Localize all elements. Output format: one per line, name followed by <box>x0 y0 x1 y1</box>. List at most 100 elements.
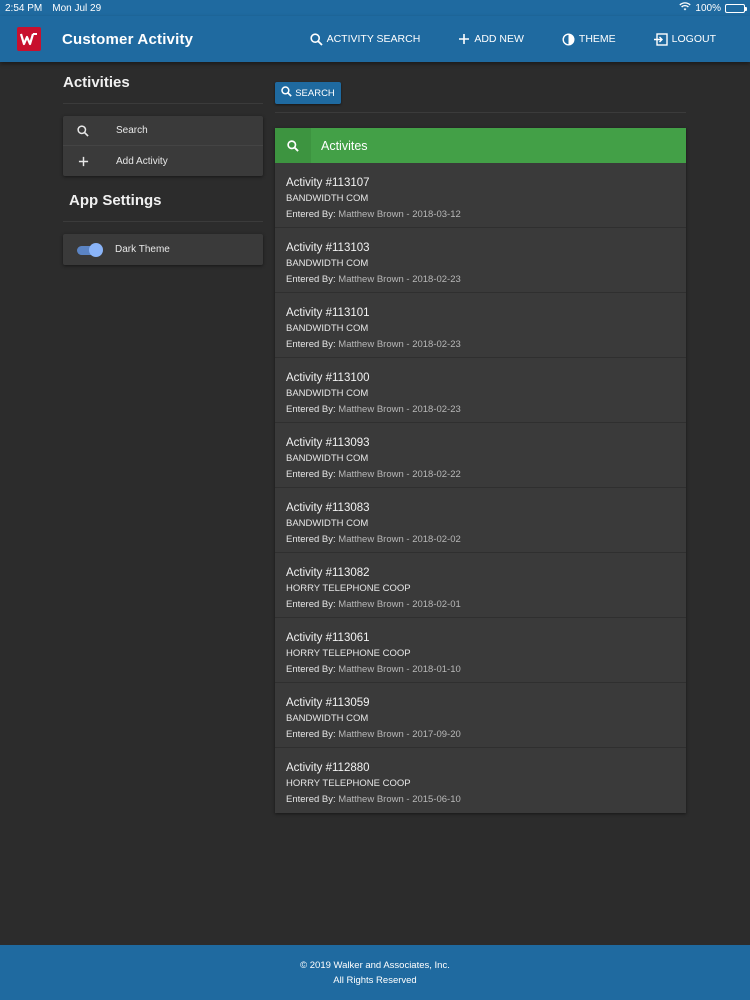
search-icon <box>309 32 323 46</box>
plus-icon <box>458 33 470 45</box>
entered-by-value: Matthew Brown - 2018-02-02 <box>338 534 461 545</box>
activity-title: Activity #113082 <box>286 567 370 579</box>
activity-title: Activity #113059 <box>286 697 370 709</box>
list-item[interactable]: Activity #113093 BANDWIDTH COM Entered By:… <box>275 423 686 488</box>
theme-label: THEME <box>578 33 616 45</box>
status-date: Mon Jul 29 <box>52 2 102 14</box>
copyright-text: © 2019 Walker and Associates, Inc. <box>300 959 450 971</box>
main-content: SEARCH Activites Activity #113107 BANDWID… <box>275 62 686 813</box>
add-new-label: ADD NEW <box>474 33 524 45</box>
theme-button[interactable]: THEME <box>543 16 635 62</box>
search-button[interactable]: SEARCH <box>275 82 341 104</box>
list-item[interactable]: Activity #113061 HORRY TELEPHONE COOP Ente… <box>275 618 686 683</box>
activity-title: Activity #112880 <box>286 762 370 774</box>
entered-by-label: Entered By: <box>286 339 336 350</box>
status-time: 2:54 PM <box>5 2 43 14</box>
activity-title: Activity #113061 <box>286 632 370 644</box>
activities-list: Activites Activity #113107 BANDWIDTH COM E… <box>275 128 686 813</box>
activity-company: BANDWIDTH COM <box>286 388 369 399</box>
search-button-label: SEARCH <box>295 87 335 99</box>
entered-by-value: Matthew Brown - 2017-09-20 <box>338 729 461 740</box>
dark-theme-label: Dark Theme <box>115 244 170 255</box>
entered-by-value: Matthew Brown - 2018-02-23 <box>338 404 461 415</box>
activity-entered: Entered By: Matthew Brown - 2018-02-23 <box>286 274 686 285</box>
activity-search-button[interactable]: ACTIVITY SEARCH <box>291 16 440 62</box>
dark-theme-toggle[interactable] <box>77 242 103 257</box>
activity-company: BANDWIDTH COM <box>286 453 369 464</box>
app-bar: Customer Activity ACTIVITY SEARCH ADD NE… <box>0 16 750 62</box>
list-item[interactable]: Activity #113082 HORRY TELEPHONE COOP Ente… <box>275 553 686 618</box>
entered-by-value: Matthew Brown - 2018-03-12 <box>338 209 461 220</box>
entered-by-value: Matthew Brown - 2018-01-10 <box>338 664 461 675</box>
activity-title: Activity #113101 <box>286 307 370 319</box>
activity-search-label: ACTIVITY SEARCH <box>326 33 421 45</box>
activity-company: BANDWIDTH COM <box>286 258 369 269</box>
divider <box>275 112 686 113</box>
activity-company: BANDWIDTH COM <box>286 518 369 529</box>
entered-by-label: Entered By: <box>286 274 336 285</box>
activities-title: Activities <box>63 62 263 104</box>
list-item[interactable]: Activity #113107 BANDWIDTH COM Entered By:… <box>275 163 686 228</box>
activity-company: HORRY TELEPHONE COOP <box>286 778 411 789</box>
app-title: Customer Activity <box>62 30 194 48</box>
wifi-icon <box>679 2 692 14</box>
activity-entered: Entered By: Matthew Brown - 2018-02-23 <box>286 339 686 350</box>
search-icon[interactable] <box>275 128 311 163</box>
entered-by-label: Entered By: <box>286 209 336 220</box>
entered-by-value: Matthew Brown - 2018-02-22 <box>338 469 461 480</box>
activity-company: BANDWIDTH COM <box>286 323 369 334</box>
settings-card: Dark Theme <box>63 234 263 265</box>
activity-entered: Entered By: Matthew Brown - 2018-02-02 <box>286 534 686 545</box>
list-header: Activites <box>275 128 686 163</box>
activity-entered: Entered By: Matthew Brown - 2018-02-22 <box>286 469 686 480</box>
app-settings-title: App Settings <box>63 180 263 222</box>
logout-label: LOGOUT <box>671 33 716 45</box>
activity-entered: Entered By: Matthew Brown - 2018-02-01 <box>286 599 686 610</box>
footer: © 2019 Walker and Associates, Inc. All R… <box>0 945 750 1000</box>
entered-by-value: Matthew Brown - 2018-02-01 <box>338 599 461 610</box>
entered-by-label: Entered By: <box>286 469 336 480</box>
activity-company: BANDWIDTH COM <box>286 193 369 204</box>
walker-logo-icon[interactable] <box>17 27 41 51</box>
activity-title: Activity #113107 <box>286 177 370 189</box>
top-nav: ACTIVITY SEARCH ADD NEW THEME LOGOUT <box>291 16 716 62</box>
dark-theme-row: Dark Theme <box>63 234 263 265</box>
activity-company: BANDWIDTH COM <box>286 713 369 724</box>
entered-by-value: Matthew Brown - 2015-06-10 <box>338 794 461 805</box>
activity-title: Activity #113093 <box>286 437 370 449</box>
activity-company: HORRY TELEPHONE COOP <box>286 583 411 594</box>
entered-by-label: Entered By: <box>286 599 336 610</box>
status-bar: 2:54 PM Mon Jul 29 100% <box>0 0 750 16</box>
add-new-button[interactable]: ADD NEW <box>439 16 543 62</box>
sidebar-item-search[interactable]: Search <box>63 116 263 146</box>
entered-by-label: Entered By: <box>286 794 336 805</box>
sidebar: Activities Search Add Activity App Setti… <box>63 62 263 265</box>
rights-text: All Rights Reserved <box>333 974 417 986</box>
sidebar-item-label: Add Activity <box>116 155 168 167</box>
logout-button[interactable]: LOGOUT <box>635 16 716 62</box>
search-icon <box>281 86 292 100</box>
activity-title: Activity #113103 <box>286 242 370 254</box>
list-item[interactable]: Activity #113103 BANDWIDTH COM Entered By:… <box>275 228 686 293</box>
entered-by-value: Matthew Brown - 2018-02-23 <box>338 339 461 350</box>
activity-entered: Entered By: Matthew Brown - 2018-03-12 <box>286 209 686 220</box>
contrast-icon <box>562 32 575 46</box>
list-item[interactable]: Activity #113101 BANDWIDTH COM Entered By:… <box>275 293 686 358</box>
list-item[interactable]: Activity #113083 BANDWIDTH COM Entered By:… <box>275 488 686 553</box>
activity-title: Activity #113100 <box>286 372 370 384</box>
activities-menu: Search Add Activity <box>63 116 263 176</box>
entered-by-label: Entered By: <box>286 534 336 545</box>
sidebar-item-add-activity[interactable]: Add Activity <box>63 146 263 176</box>
entered-by-label: Entered By: <box>286 664 336 675</box>
logout-icon <box>653 32 668 46</box>
activity-company: HORRY TELEPHONE COOP <box>286 648 411 659</box>
activity-entered: Entered By: Matthew Brown - 2017-09-20 <box>286 729 686 740</box>
battery-percent: 100% <box>695 2 721 14</box>
entered-by-value: Matthew Brown - 2018-02-23 <box>338 274 461 285</box>
entered-by-label: Entered By: <box>286 729 336 740</box>
list-title: Activites <box>321 138 368 153</box>
list-item[interactable]: Activity #112880 HORRY TELEPHONE COOP Ente… <box>275 748 686 813</box>
list-item[interactable]: Activity #113059 BANDWIDTH COM Entered By:… <box>275 683 686 748</box>
list-item[interactable]: Activity #113100 BANDWIDTH COM Entered By:… <box>275 358 686 423</box>
activity-title: Activity #113083 <box>286 502 370 514</box>
